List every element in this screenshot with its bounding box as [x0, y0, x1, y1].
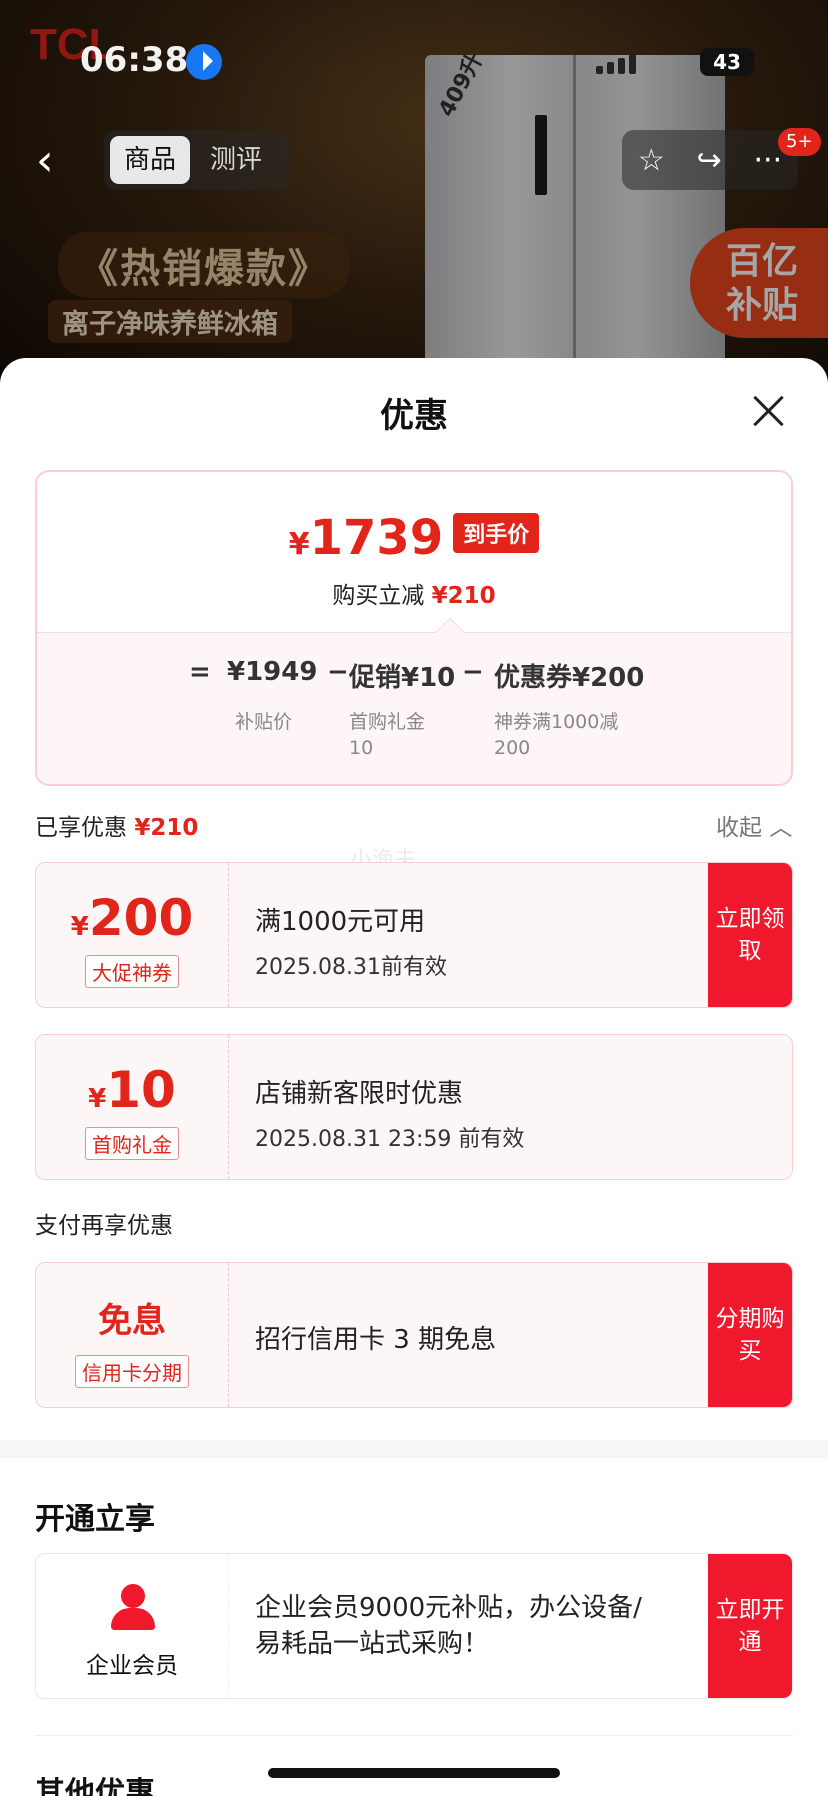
coupon-amount: ¥10	[88, 1061, 176, 1119]
promo-amount: 促销¥10	[349, 663, 456, 693]
enjoyed-discount-header: 已享优惠 ¥210	[35, 815, 199, 841]
membership-text: 企业会员9000元补贴，办公设备/易耗品一站式采购！	[255, 1593, 642, 1659]
membership-card: 企业会员 企业会员9000元补贴，办公设备/易耗品一站式采购！ 立即开通	[35, 1553, 793, 1699]
final-price: 1739	[309, 510, 444, 566]
currency-symbol: ¥	[288, 527, 310, 562]
installment-tag: 信用卡分期	[75, 1355, 189, 1388]
close-icon[interactable]	[752, 394, 786, 428]
clock: 06:38	[80, 40, 189, 80]
coupon-title: 满1000元可用	[255, 907, 426, 937]
base-price: ¥1949	[227, 657, 318, 687]
final-price-tag: 到手价	[453, 513, 540, 553]
coupon-label: 神券满1000减 200	[494, 711, 619, 759]
product-tabs: 商品 测评	[104, 130, 290, 190]
section-divider	[0, 1440, 828, 1458]
coupon-tag: 大促神券	[85, 955, 179, 988]
tab-product[interactable]: 商品	[110, 136, 191, 184]
minus-sign: −	[327, 657, 349, 687]
installment-card: 免息 信用卡分期 招行信用卡 3 期免息 分期购买	[35, 1262, 793, 1408]
share-icon[interactable]: ↪	[697, 143, 722, 178]
membership-label: 企业会员	[86, 1653, 178, 1679]
installment-title: 招行信用卡 3 期免息	[255, 1325, 497, 1355]
coupon-validity: 2025.08.31前有效	[255, 955, 447, 980]
reduce-line: 购买立减 ¥210	[332, 583, 496, 609]
coupon-validity: 2025.08.31 23:59 前有效	[255, 1127, 525, 1152]
notification-badge: 5+	[778, 128, 821, 156]
battery-icon: 43	[700, 48, 754, 76]
coupon-title: 店铺新客限时优惠	[255, 1079, 464, 1109]
coupon-tag: 首购礼金	[85, 1127, 179, 1160]
coupon-amount: 优惠券¥200	[494, 663, 645, 693]
installment-label: 免息	[98, 1301, 166, 1341]
cellular-signal-icon	[596, 54, 636, 74]
other-section-title: 其他优惠	[35, 1776, 155, 1796]
base-price-label: 补贴价	[235, 711, 293, 733]
open-section-title: 开通立享	[35, 1502, 155, 1537]
status-bar: 06:38 43	[0, 0, 828, 120]
pay-section-title: 支付再享优惠	[35, 1213, 173, 1239]
promo-label: 首购礼金 10	[349, 711, 426, 759]
sheet-title: 优惠	[380, 396, 448, 436]
discount-sheet: 优惠 ¥1739 到手价 购买立减 ¥210 = ¥1949 − 促销¥10 − …	[0, 358, 828, 1796]
chevron-up-icon: ︿	[769, 815, 793, 841]
more-icon[interactable]: ···	[754, 143, 783, 178]
equals-sign: =	[189, 657, 211, 687]
coupon-amount: ¥200	[70, 889, 194, 947]
tab-review[interactable]: 测评	[196, 136, 276, 184]
installment-buy-button[interactable]: 分期购买	[708, 1263, 792, 1407]
star-icon[interactable]: ☆	[638, 143, 665, 178]
location-arrow-icon	[186, 44, 222, 80]
back-icon[interactable]: ‹	[36, 136, 72, 186]
price-summary-card: ¥1739 到手价 购买立减 ¥210 = ¥1949 − 促销¥10 − 优惠券…	[35, 470, 793, 786]
minus-sign: −	[462, 657, 484, 687]
collapse-toggle[interactable]: 收起 ︿	[716, 808, 792, 842]
home-indicator[interactable]	[268, 1768, 560, 1778]
open-membership-button[interactable]: 立即开通	[708, 1554, 792, 1698]
price-breakdown: = ¥1949 − 促销¥10 − 优惠券¥200 补贴价 首购礼金 10 神券…	[37, 632, 791, 784]
divider-line	[35, 1735, 793, 1736]
person-icon	[107, 1584, 159, 1632]
coupon-card: ¥200 大促神券 满1000元可用 2025.08.31前有效 立即领取	[35, 862, 793, 1008]
claim-coupon-button[interactable]: 立即领取	[708, 863, 792, 1007]
coupon-card: ¥10 首购礼金 店铺新客限时优惠 2025.08.31 23:59 前有效	[35, 1034, 793, 1180]
nav-actions: ☆ ↪ ···	[622, 130, 798, 190]
